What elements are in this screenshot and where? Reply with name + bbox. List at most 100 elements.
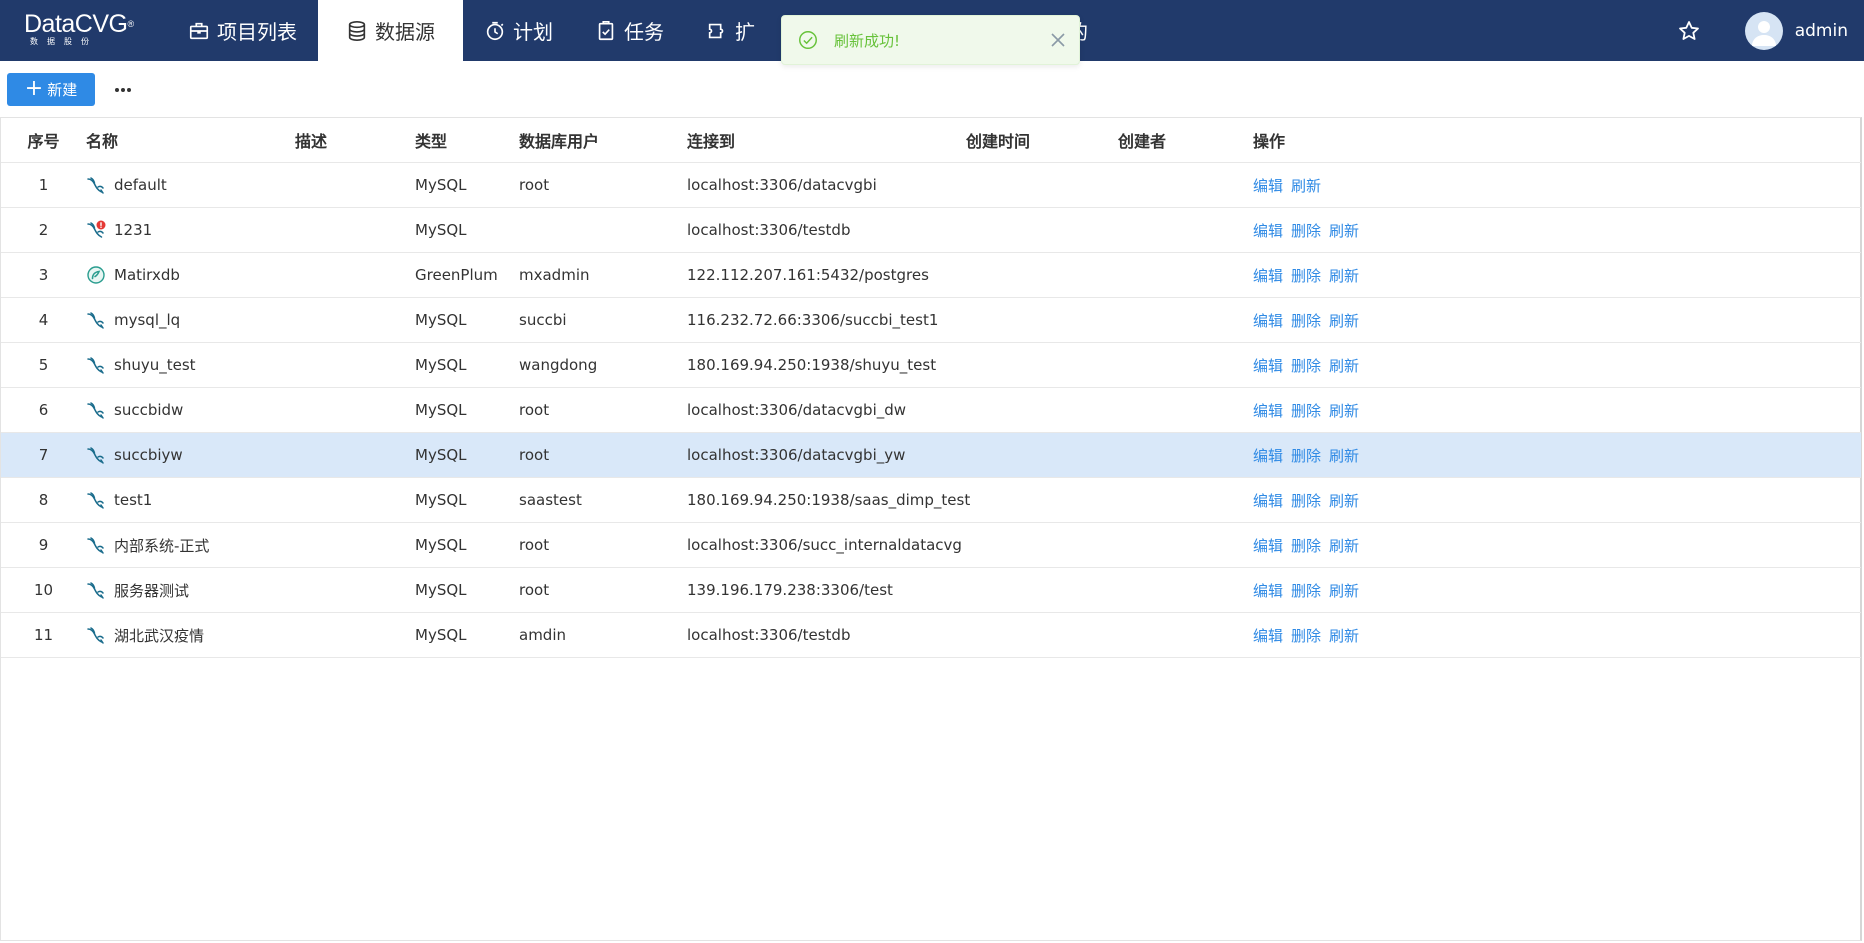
table-row[interactable]: 4 mysql_lq MySQL succbi 116.232.72.66:33… bbox=[1, 297, 1861, 343]
row-description bbox=[295, 612, 415, 658]
avatar[interactable] bbox=[1744, 11, 1783, 50]
delete-link[interactable]: 删除 bbox=[1291, 582, 1321, 600]
edit-link[interactable]: 编辑 bbox=[1253, 402, 1283, 420]
row-name[interactable]: 湖北武汉疫情 bbox=[114, 625, 204, 646]
table-row[interactable]: 2 1231 MySQL localhost:3306/testdb 编辑 删除刷… bbox=[1, 207, 1861, 253]
delete-link[interactable]: 删除 bbox=[1291, 312, 1321, 330]
row-index: 1 bbox=[1, 162, 86, 208]
row-index: 7 bbox=[1, 432, 86, 478]
row-index: 9 bbox=[1, 522, 86, 568]
row-connection: localhost:3306/testdb bbox=[687, 612, 966, 658]
row-index: 4 bbox=[1, 297, 86, 343]
table-row[interactable]: 9 内部系统-正式 MySQL root localhost:3306/succ… bbox=[1, 522, 1861, 568]
row-index: 5 bbox=[1, 342, 86, 388]
row-creator bbox=[1118, 522, 1253, 568]
row-name[interactable]: shuyu_test bbox=[114, 356, 196, 374]
row-name[interactable]: default bbox=[114, 176, 167, 194]
toast-message: 刷新成功! bbox=[834, 31, 901, 50]
table-row[interactable]: 6 succbidw MySQL root localhost:3306/dat… bbox=[1, 387, 1861, 433]
column-header-creator[interactable]: 创建者 bbox=[1118, 118, 1253, 163]
refresh-link[interactable]: 刷新 bbox=[1329, 582, 1359, 600]
edit-link[interactable]: 编辑 bbox=[1253, 267, 1283, 285]
refresh-link[interactable]: 刷新 bbox=[1329, 492, 1359, 510]
close-icon[interactable] bbox=[1049, 31, 1067, 49]
nav-plan[interactable]: 计划 bbox=[463, 0, 574, 61]
row-name[interactable]: Matirxdb bbox=[114, 266, 180, 284]
logo-text: DataCVG bbox=[24, 10, 128, 38]
column-header-type[interactable]: 类型 bbox=[415, 118, 519, 163]
logo[interactable]: DataCVG® 数据股份 bbox=[24, 12, 144, 50]
row-created-time bbox=[966, 387, 1118, 433]
row-name-cell: 湖北武汉疫情 bbox=[86, 612, 295, 658]
edit-link[interactable]: 编辑 bbox=[1253, 222, 1283, 240]
row-name[interactable]: succbiyw bbox=[114, 446, 183, 464]
row-type: MySQL bbox=[415, 162, 519, 208]
row-name[interactable]: 1231 bbox=[114, 221, 152, 239]
edit-link[interactable]: 编辑 bbox=[1253, 312, 1283, 330]
edit-link[interactable]: 编辑 bbox=[1253, 627, 1283, 645]
delete-link[interactable]: 删除 bbox=[1291, 357, 1321, 375]
edit-link[interactable]: 编辑 bbox=[1253, 492, 1283, 510]
edit-link[interactable]: 编辑 bbox=[1253, 537, 1283, 555]
edit-link[interactable]: 编辑 bbox=[1253, 177, 1283, 195]
table-row[interactable]: 1 default MySQL root localhost:3306/data… bbox=[1, 162, 1861, 208]
row-created-time bbox=[966, 432, 1118, 478]
refresh-link[interactable]: 刷新 bbox=[1329, 627, 1359, 645]
column-header-created-time[interactable]: 创建时间 bbox=[966, 118, 1118, 163]
username[interactable]: admin bbox=[1795, 21, 1848, 41]
row-description bbox=[295, 252, 415, 298]
delete-link[interactable]: 删除 bbox=[1291, 447, 1321, 465]
row-name[interactable]: test1 bbox=[114, 491, 152, 509]
edit-link[interactable]: 编辑 bbox=[1253, 582, 1283, 600]
refresh-link[interactable]: 刷新 bbox=[1329, 402, 1359, 420]
row-db-user: wangdong bbox=[519, 342, 687, 388]
row-name[interactable]: 服务器测试 bbox=[114, 580, 189, 601]
delete-link[interactable]: 删除 bbox=[1291, 492, 1321, 510]
nav-datasource[interactable]: 数据源 bbox=[318, 0, 463, 61]
new-button[interactable]: + 新建 bbox=[7, 72, 95, 106]
delete-link[interactable]: 删除 bbox=[1291, 222, 1321, 240]
table-row[interactable]: 3 Matirxdb GreenPlum mxadmin 122.112.207… bbox=[1, 252, 1861, 298]
nav-project-list[interactable]: 项目列表 bbox=[167, 0, 318, 61]
row-name[interactable]: succbidw bbox=[114, 401, 183, 419]
table-row[interactable]: 5 shuyu_test MySQL wangdong 180.169.94.2… bbox=[1, 342, 1861, 388]
delete-link[interactable]: 删除 bbox=[1291, 537, 1321, 555]
nav-label: 任务 bbox=[624, 20, 664, 44]
row-name[interactable]: mysql_lq bbox=[114, 311, 180, 329]
column-header-connection[interactable]: 连接到 bbox=[687, 118, 966, 163]
refresh-link[interactable]: 刷新 bbox=[1329, 312, 1359, 330]
column-header-index[interactable]: 序号 bbox=[1, 118, 86, 163]
column-header-name[interactable]: 名称 bbox=[86, 118, 295, 163]
row-creator bbox=[1118, 612, 1253, 658]
star-icon[interactable] bbox=[1677, 19, 1701, 43]
column-header-db-user[interactable]: 数据库用户 bbox=[519, 118, 687, 163]
refresh-link[interactable]: 刷新 bbox=[1329, 222, 1359, 240]
table-row[interactable]: 7 succbiyw MySQL root localhost:3306/dat… bbox=[1, 432, 1861, 478]
refresh-link[interactable]: 刷新 bbox=[1329, 447, 1359, 465]
refresh-link[interactable]: 刷新 bbox=[1329, 537, 1359, 555]
refresh-link[interactable]: 刷新 bbox=[1329, 357, 1359, 375]
edit-link[interactable]: 编辑 bbox=[1253, 357, 1283, 375]
nav-task[interactable]: 任务 bbox=[574, 0, 685, 61]
row-name-cell: Matirxdb bbox=[86, 252, 295, 298]
row-db-user: succbi bbox=[519, 297, 687, 343]
row-name-cell: 内部系统-正式 bbox=[86, 522, 295, 568]
delete-link[interactable]: 删除 bbox=[1291, 627, 1321, 645]
delete-link[interactable]: 删除 bbox=[1291, 402, 1321, 420]
table-row[interactable]: 10 服务器测试 MySQL root 139.196.179.238:3306… bbox=[1, 567, 1861, 613]
row-db-user: saastest bbox=[519, 477, 687, 523]
column-header-description[interactable]: 描述 bbox=[295, 118, 415, 163]
row-name[interactable]: 内部系统-正式 bbox=[114, 535, 209, 556]
table-row[interactable]: 8 test1 MySQL saastest 180.169.94.250:19… bbox=[1, 477, 1861, 523]
datasource-table-panel: 序号 名称 描述 类型 数据库用户 连接到 创建时间 创建者 操作 1 defa… bbox=[0, 117, 1862, 941]
refresh-link[interactable]: 刷新 bbox=[1291, 177, 1321, 195]
more-options-icon[interactable] bbox=[112, 82, 134, 96]
table-row[interactable]: 11 湖北武汉疫情 MySQL amdin localhost:3306/tes… bbox=[1, 612, 1861, 658]
edit-link[interactable]: 编辑 bbox=[1253, 447, 1283, 465]
row-name-cell: default bbox=[86, 162, 295, 208]
refresh-link[interactable]: 刷新 bbox=[1329, 267, 1359, 285]
row-created-time bbox=[966, 252, 1118, 298]
row-name-cell: succbiyw bbox=[86, 432, 295, 478]
delete-link[interactable]: 删除 bbox=[1291, 267, 1321, 285]
table-header-row: 序号 名称 描述 类型 数据库用户 连接到 创建时间 创建者 操作 bbox=[1, 118, 1861, 163]
